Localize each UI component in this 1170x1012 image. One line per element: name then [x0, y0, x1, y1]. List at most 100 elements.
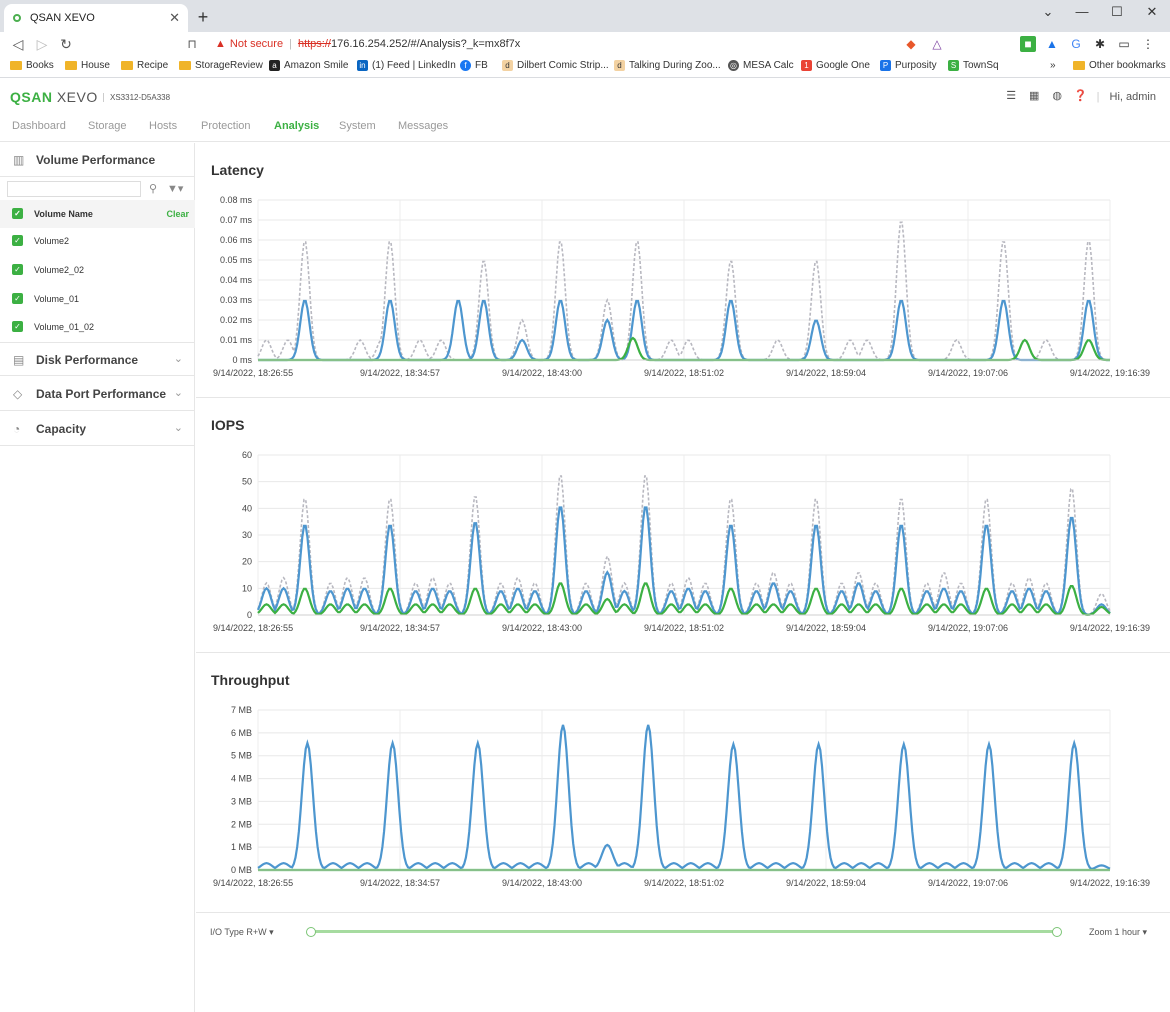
extensions-puzzle-icon[interactable]: ✱ — [1092, 36, 1108, 52]
menu-protection[interactable]: Protection — [201, 120, 251, 132]
browser-tab[interactable]: QSAN XEVO ✕ — [4, 4, 188, 32]
section-capacity[interactable]: ◔ Capacity ⌄ — [0, 412, 195, 446]
bookmark-mesa-calc[interactable]: ◎ MESA Calc — [728, 60, 794, 71]
translate-icon[interactable]: G — [1068, 36, 1084, 52]
y-tick-label: 0.01 ms — [220, 335, 253, 345]
clear-button[interactable]: Clear — [166, 209, 189, 219]
bookmark-storagereview[interactable]: StorageReview — [179, 60, 263, 71]
maximize-icon[interactable]: ☐ — [1099, 0, 1135, 28]
back-icon[interactable]: ◁ — [8, 35, 28, 53]
volume-checkbox[interactable]: ✓ — [12, 321, 23, 332]
more-bookmarks-button[interactable]: » — [1050, 60, 1056, 71]
latency-chart: 0 ms 0.01 ms 0.02 ms 0.03 ms 0.04 ms 0.05 ms 0… — [213, 195, 1150, 378]
section-data-port-performance[interactable]: ◇ Data Port Performance ⌄ — [0, 377, 195, 411]
qsan-favicon-icon — [13, 14, 21, 22]
slider-start-handle[interactable] — [306, 927, 316, 937]
y-tick-label: 30 — [242, 530, 252, 540]
user-greeting[interactable]: Hi, admin — [1110, 91, 1156, 103]
linkedin-icon: in — [357, 60, 368, 71]
globe-icon[interactable]: ◍ — [1051, 90, 1064, 103]
minimize-icon[interactable]: — — [1064, 0, 1100, 28]
throughput-chart: 0 MB 1 MB 2 MB 3 MB 4 MB 5 MB 6 MB 7 MB 9/14/202… — [213, 705, 1150, 888]
menu-dots-icon[interactable]: ⋮ — [1140, 36, 1156, 52]
column-header-label: Volume Name — [34, 209, 93, 219]
bookmark-purposity[interactable]: P Purposity — [880, 60, 937, 71]
menu-messages[interactable]: Messages — [398, 120, 448, 132]
menu-storage[interactable]: Storage — [88, 120, 127, 132]
warning-icon: ▲ — [215, 38, 226, 50]
zoom-dropdown[interactable]: Zoom 1 hour ▾ — [1089, 927, 1147, 938]
forward-icon[interactable]: ▷ — [32, 35, 52, 53]
help-icon[interactable]: ❓ — [1074, 90, 1088, 103]
bookmark-books[interactable]: Books — [10, 60, 54, 71]
divider — [196, 397, 1170, 398]
folder-icon — [10, 61, 22, 70]
browser-titlebar: QSAN XEVO ✕ + ⌄ — ☐ ✕ — [0, 0, 1170, 32]
section-disk-performance[interactable]: ▤ Disk Performance ⌄ — [0, 342, 195, 376]
bookmark-townsq[interactable]: S TownSq — [948, 60, 999, 71]
bookmark-dilbert[interactable]: d Dilbert Comic Strip... — [502, 60, 609, 71]
address-bar[interactable]: ▲ Not secure | https://176.16.254.252/#/Ana… — [207, 34, 897, 54]
list-item[interactable]: ✓ Volume2 — [0, 227, 195, 255]
bookmark-icon[interactable]: ⊓ — [182, 35, 202, 53]
bookmark-other[interactable]: Other bookmarks — [1073, 60, 1166, 71]
menu-system[interactable]: System — [339, 120, 376, 132]
volume-checkbox[interactable]: ✓ — [12, 235, 23, 246]
list-item[interactable]: ✓ Volume2_02 — [0, 256, 195, 284]
y-tick-label: 50 — [242, 477, 252, 487]
grid-icon[interactable]: ▦ — [1028, 90, 1041, 103]
menu-hosts[interactable]: Hosts — [149, 120, 177, 132]
bookmark-house[interactable]: House — [65, 60, 110, 71]
bookmark-amazon-smile[interactable]: a Amazon Smile — [269, 60, 348, 71]
menu-analysis[interactable]: Analysis — [274, 120, 319, 132]
list-item[interactable]: ✓ Volume_01 — [0, 285, 195, 313]
volume-checkbox[interactable]: ✓ — [12, 293, 23, 304]
close-window-icon[interactable]: ✕ — [1134, 0, 1170, 28]
y-tick-label: 0.08 ms — [220, 195, 253, 205]
bookmark-google-one[interactable]: 1 Google One — [801, 60, 870, 71]
x-tick-label: 9/14/2022, 18:26:55 — [213, 878, 293, 888]
menu-dashboard[interactable]: Dashboard — [12, 120, 66, 132]
slider-end-handle[interactable] — [1052, 927, 1062, 937]
wallet-icon[interactable]: ▭ — [1116, 36, 1132, 52]
google-drive-icon[interactable]: ▲ — [1044, 36, 1060, 52]
close-tab-icon[interactable]: ✕ — [169, 4, 180, 32]
section-volume-performance[interactable]: ▥ Volume Performance — [0, 143, 195, 177]
x-tick-label: 9/14/2022, 18:43:00 — [502, 368, 582, 378]
x-tick-label: 9/14/2022, 19:07:06 — [928, 878, 1008, 888]
app-header: QSAN XEVO XS3312-D5A338 ☰ ▦ ◍ ❓ | Hi, ad… — [10, 89, 1156, 105]
x-tick-label: 9/14/2022, 19:07:06 — [928, 623, 1008, 633]
folder-icon — [65, 61, 77, 70]
time-range-slider[interactable] — [311, 930, 1057, 933]
select-all-checkbox[interactable]: ✓ — [12, 208, 23, 219]
brave-rewards-icon[interactable]: △ — [927, 35, 947, 53]
volume-checkbox[interactable]: ✓ — [12, 264, 23, 275]
search-icon[interactable]: ⚲ — [149, 182, 157, 195]
y-tick-label: 0.05 ms — [220, 255, 253, 265]
brave-shield-icon[interactable]: ◆ — [901, 35, 921, 53]
iops-chart: 0 10 20 30 40 50 60 9/14/2022, 18:26:55 9/14/202… — [213, 450, 1150, 633]
bookmark-talking-during-zoom[interactable]: d Talking During Zoo... — [614, 60, 721, 71]
volume-search-input[interactable] — [7, 181, 141, 197]
extension-icon[interactable]: ■ — [1020, 36, 1036, 52]
y-tick-label: 5 MB — [231, 751, 252, 761]
bookmark-linkedin[interactable]: in (1) Feed | LinkedIn — [357, 60, 456, 71]
reload-icon[interactable]: ↻ — [56, 35, 76, 53]
main-menu: Dashboard Storage Hosts Protection Analy… — [0, 112, 1170, 142]
new-tab-icon[interactable]: + — [194, 4, 212, 30]
chevron-down-icon[interactable]: ⌄ — [1030, 0, 1066, 28]
filter-icon[interactable]: ▼▾ — [167, 182, 183, 195]
y-tick-label: 0.06 ms — [220, 235, 253, 245]
bookmark-fb[interactable]: f FB — [460, 60, 488, 71]
x-tick-label: 9/14/2022, 18:51:02 — [644, 878, 724, 888]
y-tick-label: 10 — [242, 583, 252, 593]
y-tick-label: 7 MB — [231, 705, 252, 715]
x-tick-label: 9/14/2022, 18:51:02 — [644, 368, 724, 378]
y-tick-label: 0 MB — [231, 865, 252, 875]
network-icon[interactable]: ☰ — [1005, 90, 1018, 103]
bookmark-recipe[interactable]: Recipe — [121, 60, 168, 71]
io-type-dropdown[interactable]: I/O Type R+W ▾ — [210, 927, 274, 938]
x-tick-label: 9/14/2022, 19:16:39 — [1070, 878, 1150, 888]
x-tick-label: 9/14/2022, 18:43:00 — [502, 878, 582, 888]
list-item[interactable]: ✓ Volume_01_02 — [0, 313, 195, 341]
